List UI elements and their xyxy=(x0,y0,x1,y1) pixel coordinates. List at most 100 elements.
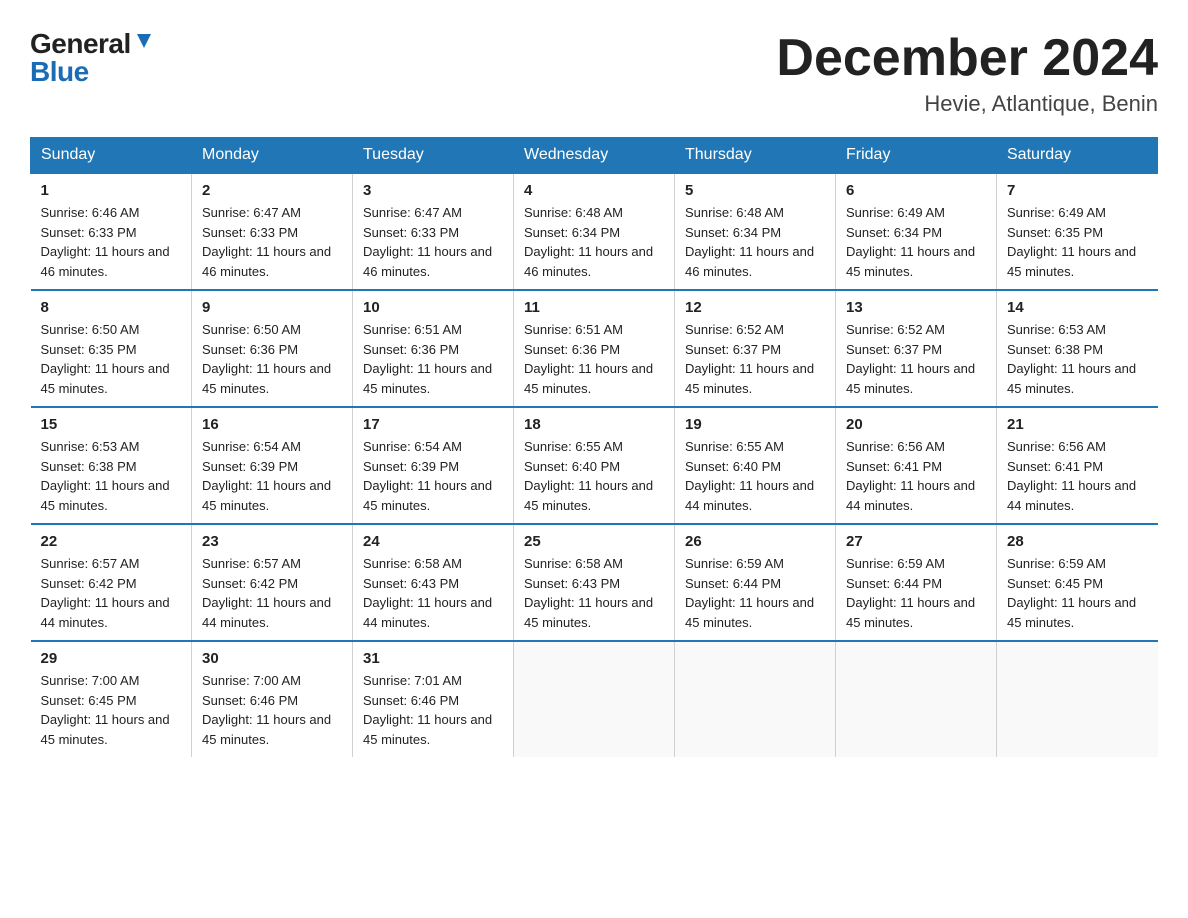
day-number: 30 xyxy=(202,650,342,667)
day-info: Sunrise: 6:53 AMSunset: 6:38 PMDaylight:… xyxy=(1007,320,1148,398)
calendar-cell: 9 Sunrise: 6:50 AMSunset: 6:36 PMDaylight… xyxy=(192,290,353,407)
calendar-cell: 30 Sunrise: 7:00 AMSunset: 6:46 PMDayligh… xyxy=(192,641,353,757)
calendar-cell xyxy=(514,641,675,757)
day-number: 31 xyxy=(363,650,503,667)
day-number: 3 xyxy=(363,182,503,199)
day-number: 20 xyxy=(846,416,986,433)
calendar-cell: 24Sunrise: 6:58 AMSunset: 6:43 PMDayligh… xyxy=(353,524,514,641)
calendar-cell: 25 Sunrise: 6:58 AMSunset: 6:43 PMDayligh… xyxy=(514,524,675,641)
logo-triangle-icon xyxy=(133,30,155,52)
day-info: Sunrise: 6:55 AMSunset: 6:40 PMDaylight:… xyxy=(524,437,664,515)
day-info: Sunrise: 6:59 AMSunset: 6:44 PMDaylight:… xyxy=(846,554,986,632)
logo: General Blue xyxy=(30,30,155,86)
calendar-cell: 3 Sunrise: 6:47 AMSunset: 6:33 PMDaylight… xyxy=(353,173,514,290)
day-number: 7 xyxy=(1007,182,1148,199)
day-info: Sunrise: 6:49 AMSunset: 6:35 PMDaylight:… xyxy=(1007,203,1148,281)
day-number: 24 xyxy=(363,533,503,550)
header-sunday: Sunday xyxy=(31,138,192,174)
header-wednesday: Wednesday xyxy=(514,138,675,174)
day-info: Sunrise: 7:00 AMSunset: 6:46 PMDaylight:… xyxy=(202,671,342,749)
day-number: 1 xyxy=(41,182,182,199)
day-number: 25 xyxy=(524,533,664,550)
day-number: 19 xyxy=(685,416,825,433)
header-tuesday: Tuesday xyxy=(353,138,514,174)
calendar-cell: 11 Sunrise: 6:51 AMSunset: 6:36 PMDayligh… xyxy=(514,290,675,407)
calendar-cell: 17Sunrise: 6:54 AMSunset: 6:39 PMDayligh… xyxy=(353,407,514,524)
day-info: Sunrise: 6:50 AMSunset: 6:36 PMDaylight:… xyxy=(202,320,342,398)
day-number: 27 xyxy=(846,533,986,550)
calendar-cell: 20 Sunrise: 6:56 AMSunset: 6:41 PMDayligh… xyxy=(836,407,997,524)
day-info: Sunrise: 6:55 AMSunset: 6:40 PMDaylight:… xyxy=(685,437,825,515)
calendar-cell: 31 Sunrise: 7:01 AMSunset: 6:46 PMDayligh… xyxy=(353,641,514,757)
calendar-cell: 7 Sunrise: 6:49 AMSunset: 6:35 PMDaylight… xyxy=(997,173,1158,290)
day-number: 12 xyxy=(685,299,825,316)
day-number: 13 xyxy=(846,299,986,316)
location-title: Hevie, Atlantique, Benin xyxy=(776,91,1158,117)
calendar-week-row-4: 22 Sunrise: 6:57 AMSunset: 6:42 PMDayligh… xyxy=(31,524,1158,641)
header-monday: Monday xyxy=(192,138,353,174)
calendar-cell: 21 Sunrise: 6:56 AMSunset: 6:41 PMDayligh… xyxy=(997,407,1158,524)
month-title: December 2024 xyxy=(776,30,1158,87)
day-info: Sunrise: 6:57 AMSunset: 6:42 PMDaylight:… xyxy=(202,554,342,632)
calendar-header-row: Sunday Monday Tuesday Wednesday Thursday… xyxy=(31,138,1158,174)
day-number: 22 xyxy=(41,533,182,550)
day-info: Sunrise: 6:56 AMSunset: 6:41 PMDaylight:… xyxy=(1007,437,1148,515)
day-number: 6 xyxy=(846,182,986,199)
day-info: Sunrise: 6:48 AMSunset: 6:34 PMDaylight:… xyxy=(685,203,825,281)
logo-general-text: General xyxy=(30,30,131,58)
calendar-cell: 28 Sunrise: 6:59 AMSunset: 6:45 PMDayligh… xyxy=(997,524,1158,641)
calendar-cell: 13Sunrise: 6:52 AMSunset: 6:37 PMDayligh… xyxy=(836,290,997,407)
day-info: Sunrise: 6:54 AMSunset: 6:39 PMDaylight:… xyxy=(202,437,342,515)
calendar-cell: 2Sunrise: 6:47 AMSunset: 6:33 PMDaylight… xyxy=(192,173,353,290)
day-number: 10 xyxy=(363,299,503,316)
day-number: 23 xyxy=(202,533,342,550)
day-info: Sunrise: 6:51 AMSunset: 6:36 PMDaylight:… xyxy=(524,320,664,398)
day-number: 16 xyxy=(202,416,342,433)
calendar-cell: 19 Sunrise: 6:55 AMSunset: 6:40 PMDayligh… xyxy=(675,407,836,524)
day-info: Sunrise: 6:59 AMSunset: 6:44 PMDaylight:… xyxy=(685,554,825,632)
day-info: Sunrise: 6:49 AMSunset: 6:34 PMDaylight:… xyxy=(846,203,986,281)
day-number: 28 xyxy=(1007,533,1148,550)
day-info: Sunrise: 7:00 AMSunset: 6:45 PMDaylight:… xyxy=(41,671,182,749)
day-info: Sunrise: 6:59 AMSunset: 6:45 PMDaylight:… xyxy=(1007,554,1148,632)
calendar-cell: 26 Sunrise: 6:59 AMSunset: 6:44 PMDayligh… xyxy=(675,524,836,641)
day-info: Sunrise: 6:54 AMSunset: 6:39 PMDaylight:… xyxy=(363,437,503,515)
day-info: Sunrise: 6:47 AMSunset: 6:33 PMDaylight:… xyxy=(363,203,503,281)
calendar-cell: 8 Sunrise: 6:50 AMSunset: 6:35 PMDaylight… xyxy=(31,290,192,407)
calendar-cell: 4Sunrise: 6:48 AMSunset: 6:34 PMDaylight… xyxy=(514,173,675,290)
calendar-cell: 23 Sunrise: 6:57 AMSunset: 6:42 PMDayligh… xyxy=(192,524,353,641)
day-number: 18 xyxy=(524,416,664,433)
calendar-cell xyxy=(997,641,1158,757)
day-info: Sunrise: 7:01 AMSunset: 6:46 PMDaylight:… xyxy=(363,671,503,749)
day-info: Sunrise: 6:51 AMSunset: 6:36 PMDaylight:… xyxy=(363,320,503,398)
logo-blue-text: Blue xyxy=(30,56,89,87)
calendar-cell: 6 Sunrise: 6:49 AMSunset: 6:34 PMDaylight… xyxy=(836,173,997,290)
header-thursday: Thursday xyxy=(675,138,836,174)
title-block: December 2024 Hevie, Atlantique, Benin xyxy=(776,30,1158,117)
day-number: 5 xyxy=(685,182,825,199)
day-number: 29 xyxy=(41,650,182,667)
calendar-cell xyxy=(836,641,997,757)
day-number: 21 xyxy=(1007,416,1148,433)
calendar-table: Sunday Monday Tuesday Wednesday Thursday… xyxy=(30,137,1158,757)
header-saturday: Saturday xyxy=(997,138,1158,174)
day-number: 14 xyxy=(1007,299,1148,316)
calendar-cell: 12 Sunrise: 6:52 AMSunset: 6:37 PMDayligh… xyxy=(675,290,836,407)
calendar-cell: 27 Sunrise: 6:59 AMSunset: 6:44 PMDayligh… xyxy=(836,524,997,641)
calendar-cell: 1 Sunrise: 6:46 AMSunset: 6:33 PMDaylight… xyxy=(31,173,192,290)
day-number: 9 xyxy=(202,299,342,316)
page-header: General Blue December 2024 Hevie, Atlant… xyxy=(30,30,1158,117)
calendar-cell: 18 Sunrise: 6:55 AMSunset: 6:40 PMDayligh… xyxy=(514,407,675,524)
header-friday: Friday xyxy=(836,138,997,174)
day-info: Sunrise: 6:50 AMSunset: 6:35 PMDaylight:… xyxy=(41,320,182,398)
calendar-cell: 14 Sunrise: 6:53 AMSunset: 6:38 PMDayligh… xyxy=(997,290,1158,407)
day-info: Sunrise: 6:52 AMSunset: 6:37 PMDaylight:… xyxy=(685,320,825,398)
day-number: 8 xyxy=(41,299,182,316)
day-info: Sunrise: 6:58 AMSunset: 6:43 PMDaylight:… xyxy=(524,554,664,632)
calendar-cell: 22Sunrise: 6:57 AMSunset: 6:42 PMDayligh… xyxy=(31,524,192,641)
day-number: 4 xyxy=(524,182,664,199)
day-number: 11 xyxy=(524,299,664,316)
day-info: Sunrise: 6:56 AMSunset: 6:41 PMDaylight:… xyxy=(846,437,986,515)
day-info: Sunrise: 6:46 AMSunset: 6:33 PMDaylight:… xyxy=(41,203,182,281)
day-number: 26 xyxy=(685,533,825,550)
